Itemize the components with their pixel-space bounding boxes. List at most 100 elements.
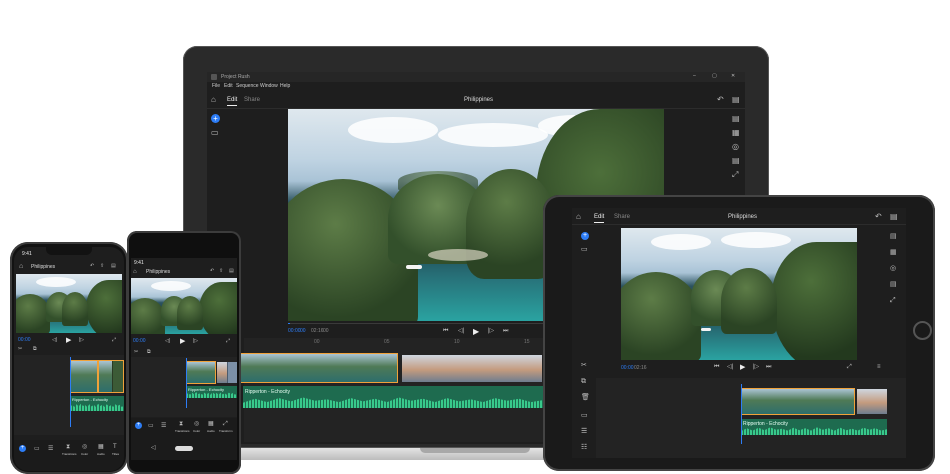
split-icon[interactable]: ✂	[18, 347, 22, 352]
undo-icon[interactable]: ↶	[875, 213, 882, 221]
audio-icon[interactable]: ▦	[208, 421, 214, 427]
tab-share[interactable]: Share	[614, 214, 630, 220]
tab-edit[interactable]: Edit	[227, 97, 238, 106]
fullscreen-icon[interactable]: ⤢	[112, 338, 116, 343]
list-icon[interactable]: ☰	[581, 428, 587, 435]
share-icon[interactable]: ⇪	[100, 264, 104, 269]
video-clip[interactable]	[217, 362, 237, 383]
playhead[interactable]	[186, 358, 187, 408]
film-icon[interactable]: ▦	[732, 129, 740, 137]
settings-icon[interactable]: ☷	[581, 444, 587, 451]
home-pill[interactable]	[175, 446, 193, 451]
transform-icon[interactable]: ⤢	[890, 297, 896, 304]
step-back-icon[interactable]: ◁|	[52, 338, 57, 343]
step-forward-icon[interactable]: |▷	[79, 338, 84, 343]
skip-back-icon[interactable]: ⏮	[714, 364, 719, 370]
comment-icon[interactable]: ▤	[890, 213, 898, 221]
close-icon[interactable]: ✕	[731, 74, 735, 79]
media-icon[interactable]: ▭	[211, 129, 219, 137]
video-preview[interactable]	[131, 278, 237, 334]
duplicate-icon[interactable]: ⧉	[147, 350, 151, 355]
video-preview[interactable]	[16, 274, 122, 333]
playhead[interactable]	[70, 357, 71, 427]
step-forward-icon[interactable]: |▷	[753, 364, 759, 370]
transitions-icon[interactable]: ⧗	[179, 421, 183, 427]
video-preview[interactable]	[621, 228, 857, 360]
add-media-button[interactable]: +	[211, 114, 220, 123]
duplicate-icon[interactable]: ⧉	[581, 378, 586, 385]
audio-clip[interactable]: Ripperton - Echocity	[70, 396, 124, 411]
back-icon[interactable]: ◁	[151, 445, 156, 451]
media-icon[interactable]: ▭	[34, 446, 40, 452]
add-media-button[interactable]: +	[135, 422, 142, 429]
maximize-icon[interactable]: ▢	[712, 74, 717, 79]
transform-icon[interactable]: ⤢	[732, 171, 738, 179]
color-icon[interactable]: ◎	[732, 143, 739, 151]
video-clip-selected[interactable]	[741, 388, 855, 415]
color-icon[interactable]: ◎	[82, 444, 87, 450]
fullscreen-icon[interactable]: ⤢	[847, 364, 852, 370]
home-icon[interactable]: ⌂	[576, 213, 581, 221]
comment-icon[interactable]: ▤	[111, 264, 116, 269]
track-icon[interactable]: ▭	[581, 412, 588, 419]
skip-forward-icon[interactable]: ⏭	[766, 364, 771, 370]
menu-edit[interactable]: Edit	[224, 83, 233, 89]
comment-icon[interactable]: ▤	[732, 96, 740, 104]
menu-help[interactable]: Help	[280, 83, 290, 89]
audio-icon[interactable]: ▦	[98, 444, 104, 450]
fullscreen-icon[interactable]: ⤢	[226, 339, 230, 344]
undo-icon[interactable]: ↶	[210, 269, 214, 274]
step-back-icon[interactable]: ◁|	[165, 339, 170, 344]
undo-icon[interactable]: ↶	[717, 96, 724, 104]
transform-icon[interactable]: ⤢	[223, 421, 228, 427]
step-forward-icon[interactable]: |▷	[193, 339, 198, 344]
add-media-button[interactable]: +	[19, 445, 26, 452]
menu-window[interactable]: Window	[260, 83, 278, 89]
play-icon[interactable]: ▶	[180, 338, 185, 345]
audio-clip[interactable]: Ripperton - Echocity	[243, 386, 543, 408]
media-icon[interactable]: ▭	[148, 423, 154, 429]
menu-icon[interactable]: ≡	[877, 364, 881, 370]
share-icon[interactable]: ⇪	[219, 269, 223, 274]
home-icon[interactable]: ⌂	[19, 263, 23, 270]
speed-icon[interactable]: ▤	[732, 157, 740, 165]
list-icon[interactable]: ☰	[161, 423, 166, 429]
step-back-icon[interactable]: ◁|	[458, 328, 464, 334]
skip-forward-icon[interactable]: ⏭	[503, 328, 508, 334]
audio-clip[interactable]: Ripperton - Echocity	[186, 386, 237, 398]
play-icon[interactable]: ▶	[66, 337, 71, 344]
tab-edit[interactable]: Edit	[594, 214, 605, 223]
play-icon[interactable]: ▶	[473, 328, 479, 336]
menu-file[interactable]: File	[212, 83, 220, 89]
speed-icon[interactable]: ▤	[890, 281, 897, 288]
step-forward-icon[interactable]: |▷	[488, 328, 494, 334]
delete-icon[interactable]: 🗑	[581, 394, 590, 401]
transitions-icon[interactable]: ⧗	[66, 444, 70, 450]
video-clip[interactable]	[857, 389, 887, 414]
minimize-icon[interactable]: –	[693, 74, 696, 79]
skip-back-icon[interactable]: ⏮	[443, 328, 448, 334]
home-icon[interactable]: ⌂	[133, 269, 137, 275]
color-icon[interactable]: ◎	[194, 421, 199, 427]
film-icon[interactable]: ▦	[890, 249, 897, 256]
play-icon[interactable]: ▶	[740, 364, 745, 371]
list-icon[interactable]: ☰	[48, 446, 53, 452]
video-clip-selected[interactable]	[70, 360, 98, 393]
comment-icon[interactable]: ▤	[229, 269, 234, 274]
video-clip[interactable]	[98, 360, 124, 393]
video-clip-selected[interactable]	[186, 361, 216, 384]
duplicate-icon[interactable]: ⧉	[33, 347, 37, 352]
undo-icon[interactable]: ↶	[90, 264, 94, 269]
add-media-button[interactable]: +	[581, 232, 589, 240]
step-back-icon[interactable]: ◁|	[727, 364, 733, 370]
tab-share[interactable]: Share	[244, 97, 260, 103]
home-icon[interactable]: ⌂	[211, 96, 216, 104]
playhead[interactable]	[741, 384, 742, 444]
edit-panel-icon[interactable]: ▤	[732, 115, 740, 123]
split-icon[interactable]: ✂	[581, 362, 587, 369]
audio-clip[interactable]: Ripperton - Echocity	[741, 419, 887, 435]
split-icon[interactable]: ✂	[134, 350, 138, 355]
titles-icon[interactable]: T	[113, 444, 117, 450]
edit-panel-icon[interactable]: ▤	[890, 233, 897, 240]
color-icon[interactable]: ◎	[890, 265, 896, 272]
